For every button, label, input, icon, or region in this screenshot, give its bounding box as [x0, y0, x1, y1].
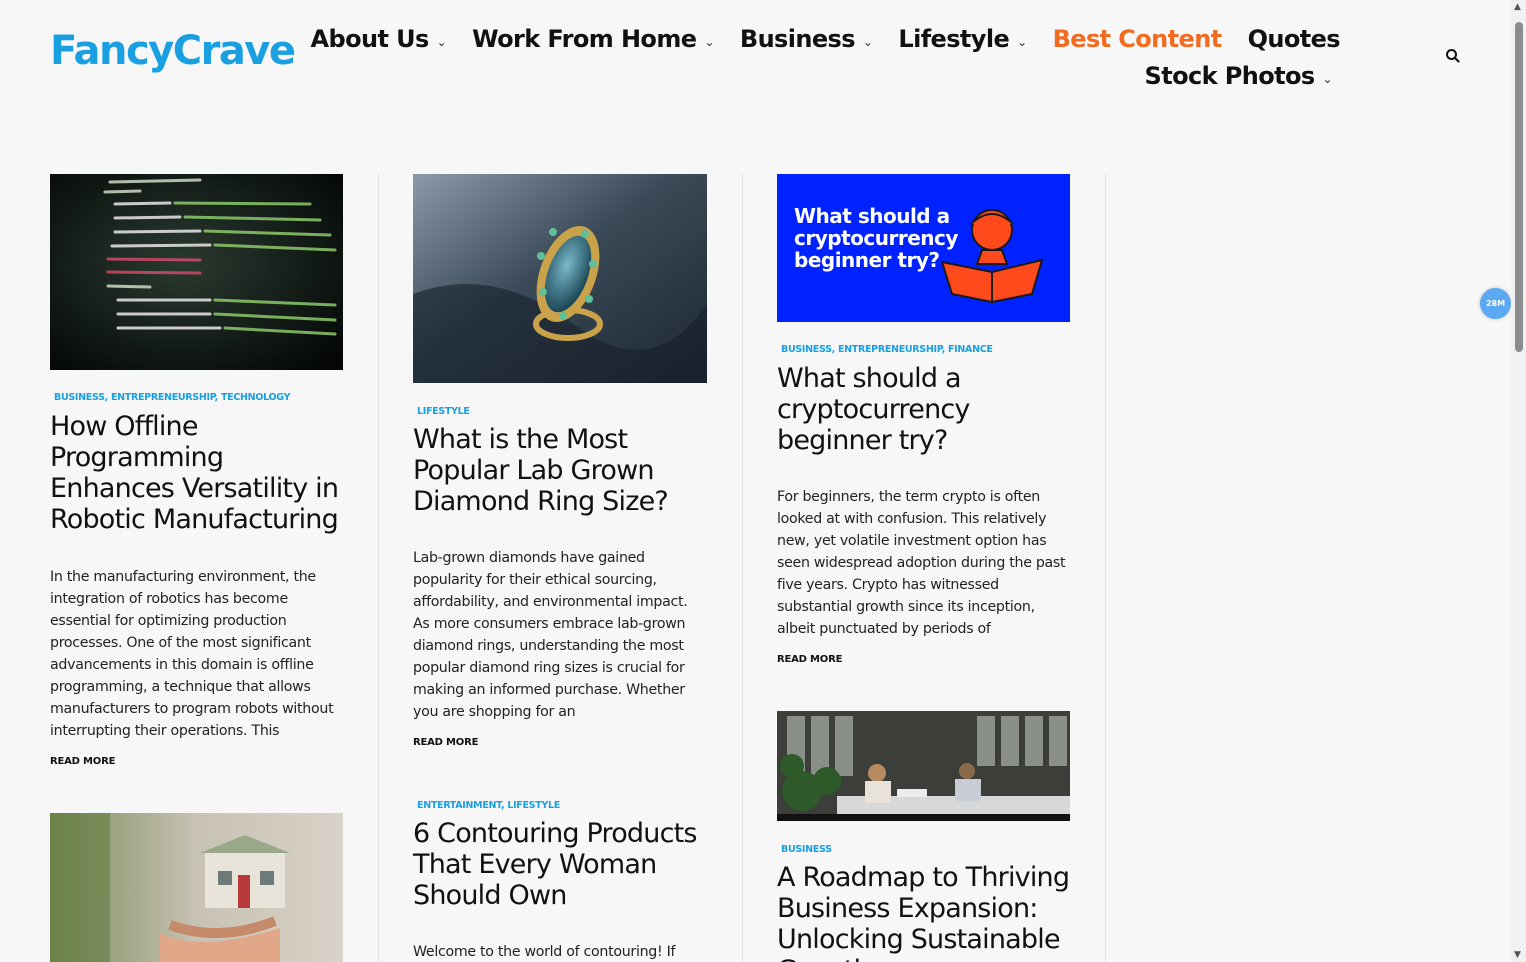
post-card: What should a cryptocurrency beginner tr… [777, 174, 1070, 665]
post-excerpt: In the manufacturing environment, the in… [50, 569, 334, 739]
post-thumbnail-code-screen[interactable] [50, 174, 343, 370]
scroll-up-arrow-icon[interactable]: ▲ [1514, 2, 1521, 12]
read-more-link[interactable]: READ MORE [777, 654, 1070, 665]
nav-item-label: About Us [310, 24, 430, 53]
post-column-2: LIFESTYLE What is the Most Popular Lab G… [413, 174, 707, 962]
chevron-down-icon: ⌄ [1322, 71, 1333, 86]
post-category[interactable]: LIFESTYLE [413, 406, 707, 417]
post-category[interactable]: ENTERTAINMENT, LIFESTYLE [413, 800, 707, 811]
post-card: ENTERTAINMENT, LIFESTYLE 6 Contouring Pr… [413, 800, 707, 962]
nav-row-2: Stock Photos ⌄ [410, 57, 1340, 94]
post-thumbnail-house-in-hand[interactable] [50, 813, 343, 962]
post-column-3: What should a cryptocurrency beginner tr… [777, 174, 1070, 962]
scrollbar-thumb[interactable] [1515, 22, 1523, 352]
column-divider [1105, 174, 1106, 962]
nav-item-label: Lifestyle [898, 24, 1010, 53]
column-divider [378, 174, 379, 962]
post-category[interactable]: BUSINESS, ENTREPRENEURSHIP, FINANCE [777, 344, 1070, 355]
nav-item-stock-photos[interactable]: Stock Photos ⌄ [1144, 61, 1333, 90]
search-icon[interactable] [1444, 47, 1462, 65]
nav-item-label: Quotes [1247, 24, 1341, 53]
post-thumbnail-crypto-banner[interactable]: What should a cryptocurrency beginner tr… [777, 174, 1070, 322]
post-title[interactable]: 6 Contouring Products That Every Woman S… [413, 818, 707, 911]
nav-item-best-content[interactable]: Best Content [1052, 24, 1223, 53]
chevron-down-icon: ⌄ [1017, 34, 1027, 49]
post-title[interactable]: What should a cryptocurrency beginner tr… [777, 363, 1070, 456]
post-excerpt: For beginners, the term crypto is often … [777, 489, 1066, 637]
post-card: LIFESTYLE What is the Most Popular Lab G… [413, 174, 707, 748]
page-scrollbar[interactable]: ▲ ▼ [1511, 0, 1526, 962]
chevron-down-icon: ⌄ [862, 34, 873, 49]
read-more-link[interactable]: READ MORE [413, 737, 707, 748]
nav-item-label: Best Content [1052, 24, 1223, 53]
post-category[interactable]: BUSINESS [777, 844, 1070, 855]
post-card: BUSINESS, ENTREPRENEURSHIP, TECHNOLOGY H… [50, 174, 343, 767]
nav-item-work-from-home[interactable]: Work From Home ⌄ [472, 25, 714, 53]
chevron-down-icon: ⌄ [436, 34, 447, 49]
post-column-1: BUSINESS, ENTREPRENEURSHIP, TECHNOLOGY H… [50, 174, 343, 962]
read-more-link[interactable]: READ MORE [50, 756, 343, 767]
post-excerpt: Lab-grown diamonds have gained popularit… [413, 550, 688, 720]
nav-row-1: About Us ⌄ Work From Home ⌄ Business ⌄ L… [311, 20, 1341, 57]
site-logo[interactable]: FancyCrave [50, 28, 296, 74]
nav-item-lifestyle[interactable]: Lifestyle ⌄ [898, 24, 1027, 53]
nav-item-label: Stock Photos [1144, 61, 1316, 90]
nav-item-about-us[interactable]: About Us ⌄ [311, 25, 447, 53]
nav-item-label: Work From Home [472, 24, 697, 53]
post-category[interactable]: BUSINESS, ENTREPRENEURSHIP, TECHNOLOGY [50, 392, 343, 403]
floating-counter-badge[interactable]: 28M [1480, 288, 1511, 319]
post-title[interactable]: What is the Most Popular Lab Grown Diamo… [413, 424, 707, 517]
post-title[interactable]: How Offline Programming Enhances Versati… [50, 411, 343, 535]
nav-item-quotes[interactable]: Quotes [1247, 24, 1341, 53]
chevron-down-icon: ⌄ [704, 34, 714, 49]
post-thumbnail-office[interactable] [777, 711, 1070, 821]
post-card: BUSINESS A Roadmap to Thriving Business … [777, 711, 1070, 962]
scroll-down-arrow-icon[interactable]: ▼ [1514, 950, 1521, 960]
post-title[interactable]: A Roadmap to Thriving Business Expansion… [777, 862, 1070, 962]
post-thumbnail-diamond-ring[interactable] [413, 174, 707, 383]
nav-item-business[interactable]: Business ⌄ [740, 25, 873, 53]
main-nav: About Us ⌄ Work From Home ⌄ Business ⌄ L… [311, 20, 1341, 94]
column-divider [742, 174, 743, 962]
post-excerpt: Welcome to the world of contouring! If [413, 944, 676, 960]
reader-illustration-icon [940, 209, 1044, 304]
nav-item-label: Business [739, 24, 856, 53]
